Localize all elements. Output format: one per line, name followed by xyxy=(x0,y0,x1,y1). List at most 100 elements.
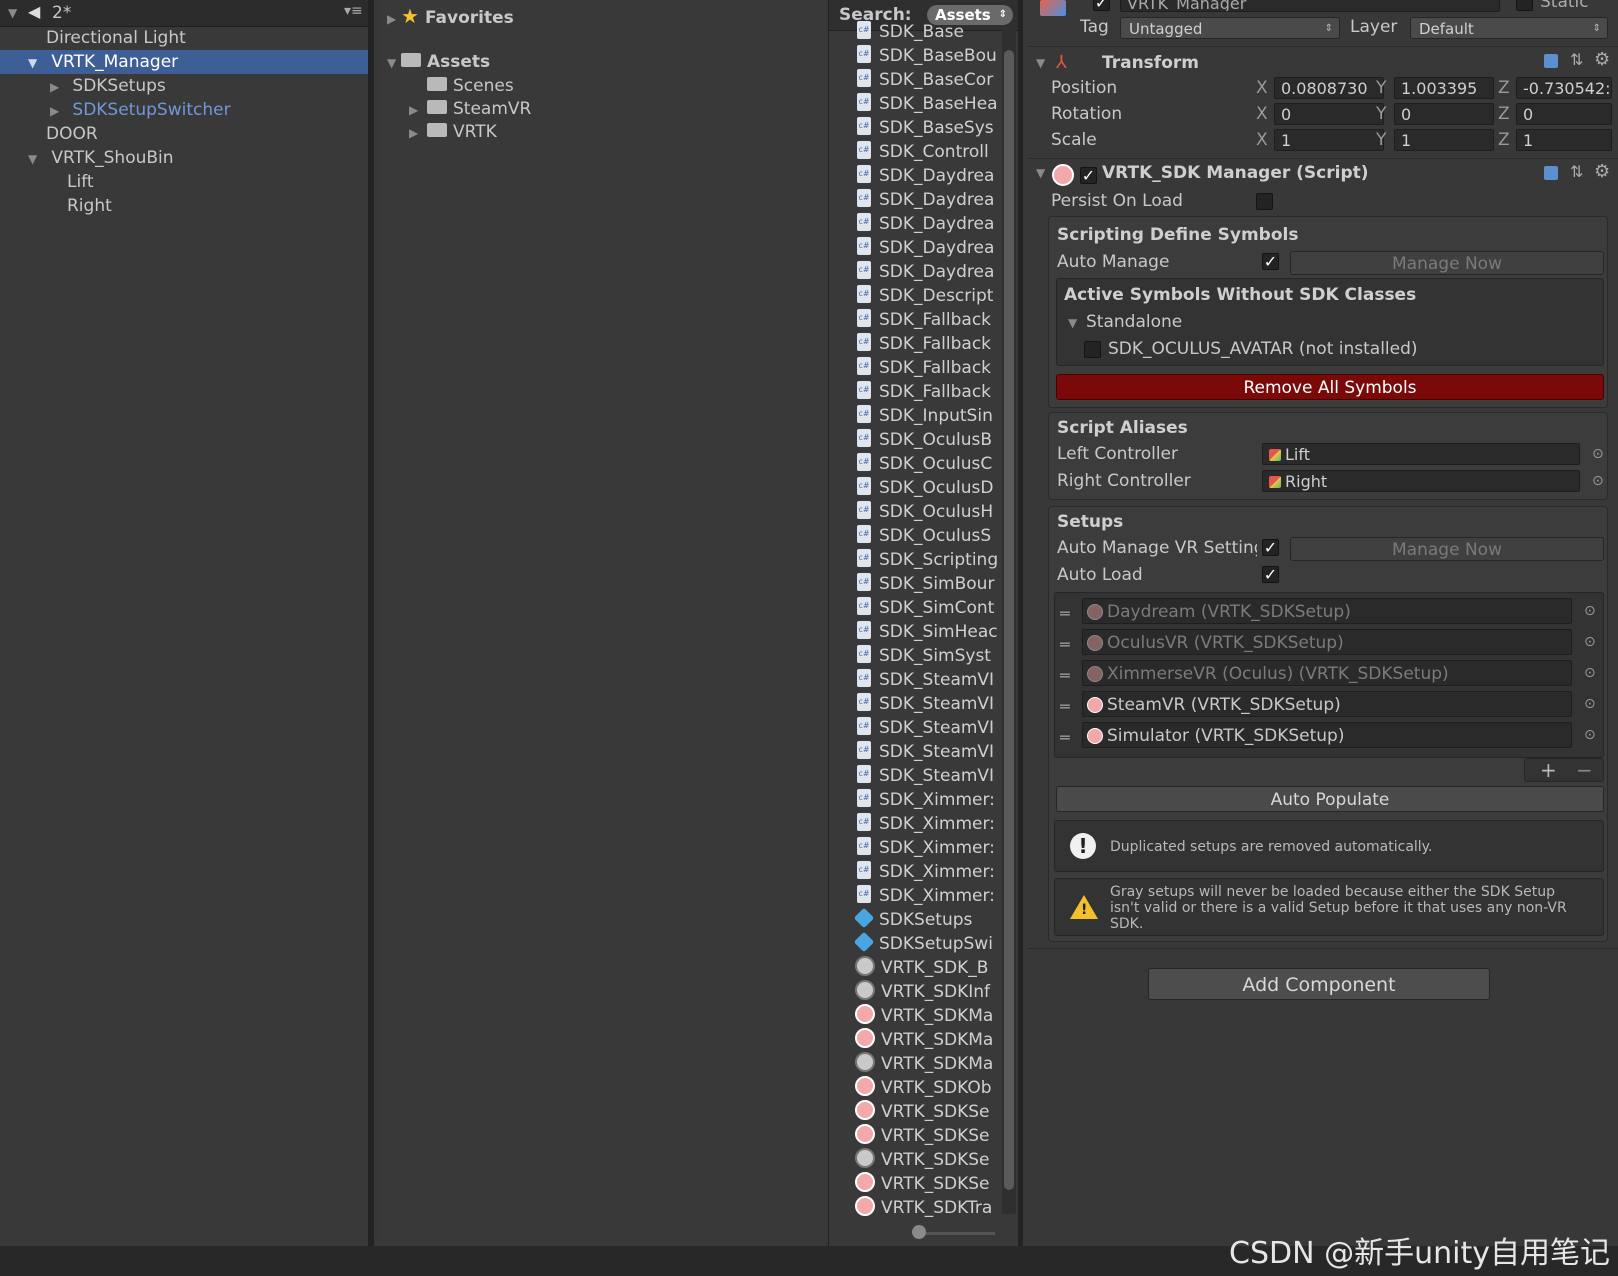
icon-size-slider-knob[interactable] xyxy=(912,1225,926,1239)
rotation-y-field[interactable]: 0 xyxy=(1394,103,1494,125)
persist-on-load-checkbox[interactable] xyxy=(1256,193,1273,210)
file-item[interactable]: VRTK_SDKSe xyxy=(855,1100,990,1124)
scale-x-field[interactable]: 1 xyxy=(1274,129,1384,151)
gear-icon[interactable]: ⚙ xyxy=(1594,161,1610,182)
file-item[interactable]: VRTK_SDKMa xyxy=(855,1052,993,1076)
hierarchy-item-vrtk-shoubin[interactable]: ▼ VRTK_ShouBin xyxy=(0,146,368,170)
active-checkbox[interactable]: ✓ xyxy=(1093,0,1110,11)
file-item[interactable]: VRTK_SDKSe xyxy=(855,1124,990,1148)
auto-load-checkbox[interactable]: ✓ xyxy=(1262,566,1279,583)
file-item[interactable]: VRTK_SDKMa xyxy=(855,1028,993,1052)
file-item[interactable]: c# SDK_SimBour xyxy=(855,572,994,596)
setup-field[interactable]: Simulator (VRTK_SDKSetup) xyxy=(1082,722,1572,748)
hierarchy-item-right[interactable]: Right xyxy=(0,194,368,218)
help-book-icon[interactable] xyxy=(1544,54,1558,68)
object-name-field[interactable]: VRTK_Manager xyxy=(1120,0,1500,12)
hierarchy-item-lift[interactable]: Lift xyxy=(0,170,368,194)
drag-handle-icon[interactable]: ═ xyxy=(1060,666,1070,685)
position-y-field[interactable]: 1.003395 xyxy=(1394,77,1494,99)
scale-z-field[interactable]: 1 xyxy=(1516,129,1612,151)
component-fold-icon[interactable]: ▼ xyxy=(1036,166,1050,180)
setup-row[interactable]: ═ Simulator (VRTK_SDKSetup) ⊙ xyxy=(1054,722,1596,750)
file-item[interactable]: c# SDK_OculusS xyxy=(855,524,991,548)
hierarchy-item-sdksetups[interactable]: ▶ SDKSetups xyxy=(0,74,368,98)
preset-icon[interactable]: ⇅ xyxy=(1570,50,1583,69)
file-item[interactable]: c# SDK_OculusC xyxy=(855,452,992,476)
assets-folder[interactable]: ▼ Assets xyxy=(387,50,490,74)
drag-handle-icon[interactable]: ═ xyxy=(1060,728,1070,747)
icon-size-slider[interactable] xyxy=(915,1232,995,1235)
object-picker-icon[interactable]: ⊙ xyxy=(1584,727,1596,743)
file-item[interactable]: c# SDK_BaseCor xyxy=(855,68,993,92)
setup-field[interactable]: XimmerseVR (Oculus) (VRTK_SDKSetup) xyxy=(1082,660,1572,686)
setup-row[interactable]: ═ Daydream (VRTK_SDKSetup) ⊙ xyxy=(1054,598,1596,626)
position-z-field[interactable]: -0.730542: xyxy=(1516,77,1612,99)
drag-handle-icon[interactable]: ═ xyxy=(1060,697,1070,716)
collapsed-triangle-icon[interactable]: ▶ xyxy=(387,7,401,31)
hierarchy-item-directional-light[interactable]: Directional Light xyxy=(0,26,368,50)
file-item[interactable]: c# SDK_Fallback xyxy=(855,332,991,356)
file-item[interactable]: c# SDK_Scripting xyxy=(855,548,998,572)
object-picker-icon[interactable]: ⊙ xyxy=(1584,603,1596,619)
file-item[interactable]: c# SDK_Base xyxy=(855,20,964,44)
setup-field[interactable]: OculusVR (VRTK_SDKSetup) xyxy=(1082,629,1572,655)
file-item[interactable]: c# SDK_Daydrea xyxy=(855,260,994,284)
component-enabled-checkbox[interactable]: ✓ xyxy=(1080,167,1097,184)
file-item[interactable]: c# SDK_Fallback xyxy=(855,380,991,404)
rotation-x-field[interactable]: 0 xyxy=(1274,103,1384,125)
folder-steamvr[interactable]: ▶ SteamVR xyxy=(409,97,531,121)
collapsed-triangle-icon[interactable]: ▶ xyxy=(50,75,64,99)
file-item[interactable]: c# SDK_BaseSys xyxy=(855,116,994,140)
file-item[interactable]: c# SDK_Daydrea xyxy=(855,164,994,188)
expand-triangle-icon[interactable]: ▼ xyxy=(28,51,42,75)
setup-row[interactable]: ═ OculusVR (VRTK_SDKSetup) ⊙ xyxy=(1054,629,1596,657)
drag-handle-icon[interactable]: ═ xyxy=(1060,604,1070,623)
folder-vrtk[interactable]: ▶ VRTK xyxy=(409,120,497,144)
file-item[interactable]: VRTK_SDKSe xyxy=(855,1148,990,1172)
drag-handle-icon[interactable]: ═ xyxy=(1060,635,1070,654)
file-item[interactable]: VRTK_SDKInf xyxy=(855,980,990,1004)
file-item[interactable]: c# SDK_Fallback xyxy=(855,356,991,380)
sdk-oculus-avatar-checkbox[interactable] xyxy=(1084,341,1101,358)
file-item[interactable]: SDKSetupSwi xyxy=(853,931,993,956)
file-item[interactable]: c# SDK_InputSin xyxy=(855,404,993,428)
file-item[interactable]: c# SDK_Ximmer: xyxy=(855,812,995,836)
expand-triangle-icon[interactable]: ▼ xyxy=(387,51,401,75)
file-item[interactable]: c# SDK_Ximmer: xyxy=(855,860,995,884)
file-item[interactable]: c# SDK_Controll xyxy=(855,140,989,164)
manage-now-vr-button[interactable]: Manage Now xyxy=(1290,537,1604,561)
file-item[interactable]: c# SDK_OculusB xyxy=(855,428,992,452)
auto-manage-vr-checkbox[interactable]: ✓ xyxy=(1262,539,1279,556)
left-controller-field[interactable]: Lift xyxy=(1262,443,1580,465)
file-item[interactable]: c# SDK_Ximmer: xyxy=(855,884,995,908)
file-item[interactable]: c# SDK_Ximmer: xyxy=(855,836,995,860)
file-item[interactable]: c# SDK_SteamVI xyxy=(855,740,994,764)
object-picker-icon[interactable]: ⊙ xyxy=(1592,473,1604,489)
collapse-triangle-icon[interactable]: ▼ xyxy=(8,6,22,20)
hierarchy-item-sdksetupswitcher[interactable]: ▶ SDKSetupSwitcher xyxy=(0,98,368,122)
setup-field[interactable]: Daydream (VRTK_SDKSetup) xyxy=(1082,598,1572,624)
file-item[interactable]: c# SDK_SteamVI xyxy=(855,764,994,788)
setup-field[interactable]: SteamVR (VRTK_SDKSetup) xyxy=(1082,691,1572,717)
remove-all-symbols-button[interactable]: Remove All Symbols xyxy=(1056,374,1604,400)
layer-dropdown[interactable]: Default ⇕ xyxy=(1410,17,1608,39)
file-item[interactable]: c# SDK_OculusH xyxy=(855,500,993,524)
position-x-field[interactable]: 0.0808730 xyxy=(1274,77,1384,99)
file-item[interactable]: c# SDK_SteamVI xyxy=(855,668,994,692)
object-picker-icon[interactable]: ⊙ xyxy=(1592,446,1604,462)
tag-dropdown[interactable]: Untagged ⇕ xyxy=(1120,17,1340,39)
object-picker-icon[interactable]: ⊙ xyxy=(1584,634,1596,650)
scene-name[interactable]: 2* xyxy=(52,3,71,23)
setup-row[interactable]: ═ XimmerseVR (Oculus) (VRTK_SDKSetup) ⊙ xyxy=(1054,660,1596,688)
gear-icon[interactable]: ⚙ xyxy=(1594,49,1610,70)
auto-manage-checkbox[interactable]: ✓ xyxy=(1262,253,1279,270)
file-item[interactable]: c# SDK_Daydrea xyxy=(855,188,994,212)
help-book-icon[interactable] xyxy=(1544,166,1558,180)
file-item[interactable]: c# SDK_Daydrea xyxy=(855,212,994,236)
file-item[interactable]: c# SDK_SimSyst xyxy=(855,644,991,668)
file-item[interactable]: VRTK_SDKTra xyxy=(855,1196,992,1220)
file-item[interactable]: c# SDK_BaseBou xyxy=(855,44,997,68)
transform-fold-icon[interactable]: ▼ xyxy=(1036,56,1050,70)
remove-setup-button[interactable]: − xyxy=(1576,758,1593,782)
file-item[interactable]: c# SDK_OculusD xyxy=(855,476,993,500)
